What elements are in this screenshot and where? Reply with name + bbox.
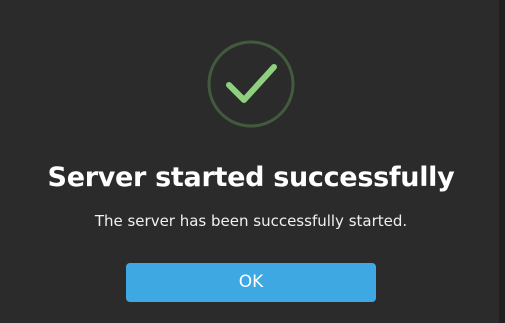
dialog-title: Server started successfully — [47, 162, 455, 193]
ok-button[interactable]: OK — [126, 263, 376, 302]
dialog-message: The server has been successfully started… — [94, 212, 408, 230]
checkmark-circle-icon — [207, 40, 295, 128]
success-dialog: Server started successfully The server h… — [0, 0, 505, 323]
